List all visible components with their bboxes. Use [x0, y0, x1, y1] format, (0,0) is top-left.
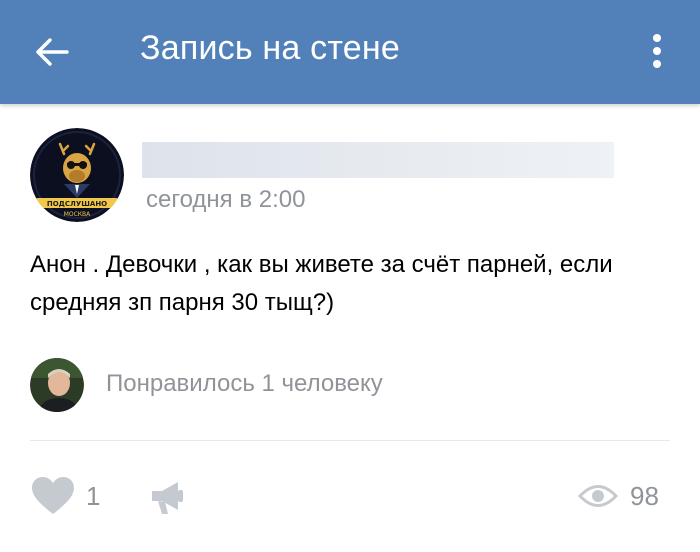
like-button[interactable]: 1 [30, 476, 100, 516]
logo-text-top: ПОДСЛУШАНО [47, 200, 107, 208]
views-counter: 98 [578, 478, 659, 514]
more-vertical-icon [653, 34, 661, 68]
views-count: 98 [630, 480, 659, 511]
liker-avatar[interactable] [30, 358, 84, 412]
megaphone-icon [152, 482, 183, 514]
author-avatar[interactable]: ПОДСЛУШАНО МОСКВА [30, 128, 124, 222]
post-header: ПОДСЛУШАНО МОСКВА сегодня в 2:00 [30, 128, 670, 228]
post-timestamp: сегодня в 2:00 [146, 186, 306, 213]
share-button[interactable] [148, 478, 188, 516]
back-button[interactable] [30, 30, 74, 74]
more-menu-button[interactable] [640, 28, 674, 74]
top-bar: Запись на стене [0, 0, 700, 104]
likes-summary: Понравилось 1 человеку [106, 370, 383, 397]
likes-row[interactable]: Понравилось 1 человеку [30, 356, 670, 416]
author-name-blurred[interactable] [142, 142, 614, 178]
divider [30, 440, 670, 441]
post-text: Анон . Девочки , как вы живете за счёт п… [30, 251, 613, 316]
like-count: 1 [86, 480, 101, 511]
heart-icon [32, 477, 74, 514]
logo-text-bottom: МОСКВА [64, 211, 91, 218]
page-title: Запись на стене [140, 29, 400, 67]
eye-icon [578, 485, 618, 507]
post-actions: 1 98 [0, 462, 700, 532]
arrow-left-icon [36, 38, 69, 66]
